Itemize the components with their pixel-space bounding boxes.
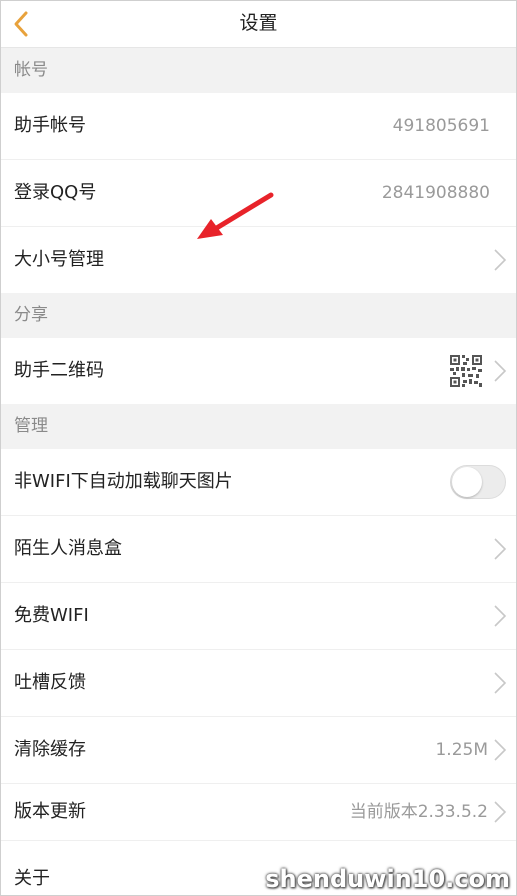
section-header-manage: 管理	[1, 404, 516, 449]
row-label: 陌生人消息盒	[14, 538, 122, 559]
row-assistant-qr[interactable]: 助手二维码	[1, 338, 516, 404]
auto-load-toggle[interactable]	[450, 465, 506, 499]
row-version-update[interactable]: 版本更新 当前版本2.33.5.2	[1, 784, 516, 840]
row-feedback[interactable]: 吐槽反馈	[1, 650, 516, 716]
settings-screen: 设置 帐号 助手帐号 491805691 登录QQ号 2841908880 大小…	[0, 0, 517, 896]
chevron-right-icon	[494, 801, 507, 823]
row-label: 清除缓存	[14, 739, 86, 760]
chevron-right-icon	[494, 605, 507, 627]
row-value: 2841908880	[381, 183, 490, 203]
row-label: 非WIFI下自动加载聊天图片	[14, 471, 233, 492]
row-label: 助手帐号	[14, 115, 86, 136]
row-label: 吐槽反馈	[14, 672, 86, 693]
row-value: 1.25M	[435, 740, 488, 760]
top-bar: 设置	[1, 1, 516, 48]
row-clear-cache[interactable]: 清除缓存 1.25M	[1, 717, 516, 783]
row-value: 当前版本2.33.5.2	[349, 802, 488, 822]
row-label: 版本更新	[14, 801, 86, 822]
qr-code-icon	[449, 354, 483, 388]
row-label: 大小号管理	[14, 249, 104, 270]
row-assistant-account[interactable]: 助手帐号 491805691	[1, 93, 516, 159]
chevron-right-icon	[494, 249, 507, 271]
row-label: 助手二维码	[14, 360, 104, 381]
watermark: shenduwin10.com	[265, 865, 510, 893]
toggle-knob	[452, 467, 482, 497]
row-label: 登录QQ号	[14, 182, 97, 203]
page-title: 设置	[239, 12, 278, 34]
row-stranger-box[interactable]: 陌生人消息盒	[1, 516, 516, 582]
row-auto-load-images[interactable]: 非WIFI下自动加载聊天图片	[1, 449, 516, 515]
row-label: 关于	[14, 868, 50, 889]
row-value: 491805691	[392, 116, 490, 136]
chevron-right-icon	[494, 672, 507, 694]
section-label: 帐号	[14, 60, 48, 80]
section-label: 管理	[14, 416, 48, 436]
annotation-arrow-icon	[197, 192, 274, 239]
row-label: 免费WIFI	[14, 605, 89, 626]
chevron-right-icon	[494, 360, 507, 382]
section-header-account: 帐号	[1, 48, 516, 93]
chevron-right-icon	[494, 739, 507, 761]
chevron-right-icon	[494, 538, 507, 560]
section-label: 分享	[14, 305, 48, 325]
section-header-share: 分享	[1, 293, 516, 338]
row-free-wifi[interactable]: 免费WIFI	[1, 583, 516, 649]
